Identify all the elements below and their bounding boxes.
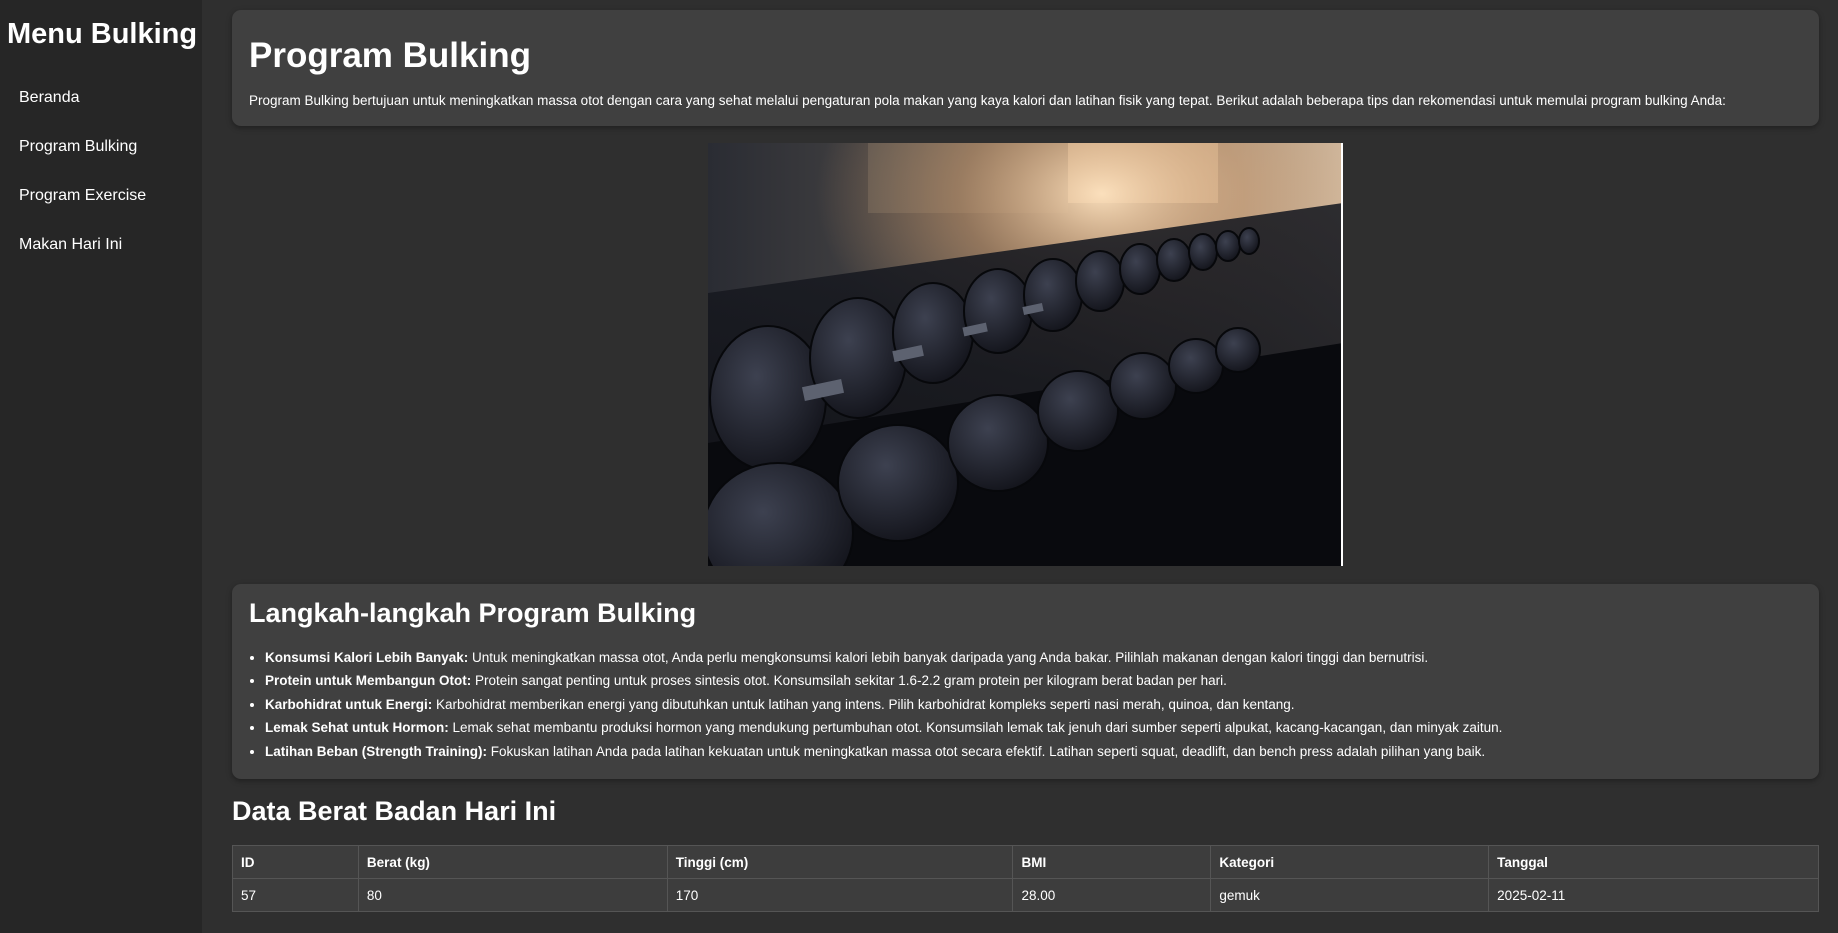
column-header-id: ID bbox=[232, 845, 359, 879]
intro-text: Program Bulking bertujuan untuk meningka… bbox=[249, 93, 1726, 108]
cell-tanggal: 2025-02-11 bbox=[1488, 878, 1819, 912]
cell-id: 57 bbox=[232, 878, 359, 912]
step-heading: Latihan Beban (Strength Training): bbox=[265, 743, 487, 759]
step-text: Karbohidrat memberikan energi yang dibut… bbox=[432, 696, 1295, 712]
cell-tinggi: 170 bbox=[666, 878, 1014, 912]
sidebar-item-makan-hari-ini[interactable]: Makan Hari Ini bbox=[19, 233, 146, 282]
cell-bmi: 28.00 bbox=[1012, 878, 1212, 912]
steps-list: Konsumsi Kalori Lebih Banyak: Untuk meni… bbox=[265, 646, 1502, 763]
weight-data-title: Data Berat Badan Hari Ini bbox=[232, 796, 557, 826]
sidebar-item-program-bulking[interactable]: Program Bulking bbox=[19, 135, 146, 184]
step-heading: Konsumsi Kalori Lebih Banyak: bbox=[265, 650, 469, 665]
steps-title: Langkah-langkah Program Bulking bbox=[249, 598, 697, 628]
cell-kategori: gemuk bbox=[1210, 878, 1490, 912]
list-item: Konsumsi Kalori Lebih Banyak: Untuk meni… bbox=[265, 646, 1502, 669]
column-header-tinggi: Tinggi (cm) bbox=[666, 845, 1014, 879]
sidebar-item-beranda[interactable]: Beranda bbox=[19, 86, 146, 135]
step-text: Untuk meningkatkan massa otot, Anda perl… bbox=[468, 650, 1429, 665]
list-item: Protein untuk Membangun Otot: Protein sa… bbox=[265, 669, 1502, 692]
column-header-berat: Berat (kg) bbox=[357, 845, 668, 879]
step-text: Fokuskan latihan Anda pada latihan kekua… bbox=[487, 743, 1486, 759]
column-header-tanggal: Tanggal bbox=[1488, 845, 1819, 879]
sidebar: Menu Bulking Beranda Program Bulking Pro… bbox=[0, 0, 202, 933]
intro-card: Program Bulking Program Bulking bertujua… bbox=[232, 10, 1819, 126]
dumbbell-rack-photo bbox=[708, 143, 1343, 566]
weight-data-table: ID Berat (kg) Tinggi (cm) BMI Kategori T… bbox=[232, 845, 1819, 912]
column-header-kategori: Kategori bbox=[1210, 845, 1490, 879]
table-header-row: ID Berat (kg) Tinggi (cm) BMI Kategori T… bbox=[232, 845, 1819, 879]
page-title: Program Bulking bbox=[249, 36, 531, 75]
sidebar-title: Menu Bulking bbox=[7, 18, 198, 50]
list-item: Karbohidrat untuk Energi: Karbohidrat me… bbox=[265, 693, 1502, 716]
table-row: 57 80 170 28.00 gemuk 2025-02-11 bbox=[232, 878, 1819, 912]
list-item: Lemak Sehat untuk Hormon: Lemak sehat me… bbox=[265, 716, 1502, 739]
steps-card: Langkah-langkah Program Bulking Konsumsi… bbox=[232, 584, 1819, 779]
step-heading: Protein untuk Membangun Otot: bbox=[265, 673, 472, 689]
sidebar-menu: Beranda Program Bulking Program Exercise… bbox=[19, 86, 146, 282]
step-text: Protein sangat penting untuk proses sint… bbox=[471, 673, 1227, 689]
step-text: Lemak sehat membantu produksi hormon yan… bbox=[448, 720, 1503, 736]
dumbbell-rack-illustration bbox=[708, 143, 1343, 566]
column-header-bmi: BMI bbox=[1012, 845, 1212, 879]
step-heading: Karbohidrat untuk Energi: bbox=[265, 696, 433, 712]
sidebar-item-program-exercise[interactable]: Program Exercise bbox=[19, 184, 146, 233]
cell-berat: 80 bbox=[357, 878, 668, 912]
step-heading: Lemak Sehat untuk Hormon: bbox=[265, 720, 449, 736]
list-item: Latihan Beban (Strength Training): Fokus… bbox=[265, 740, 1502, 763]
